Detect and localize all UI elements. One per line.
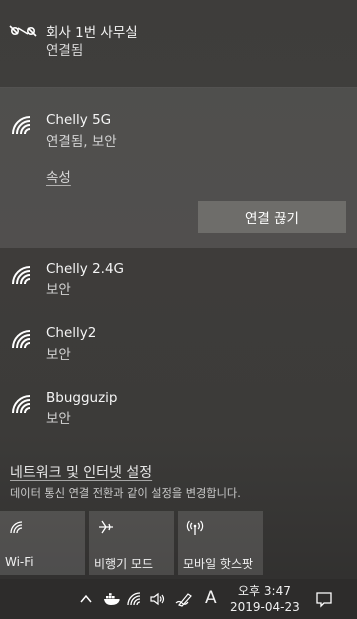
network-status: 보안 [46,282,71,298]
clock-date[interactable]: 2019-04-23 [230,600,300,614]
airplane-icon [99,520,113,534]
docker-whale-icon[interactable] [103,591,121,607]
pen-workspace-icon[interactable] [175,591,195,607]
tile-label: 모바일 핫스팟 [183,557,254,571]
network-status: 연결됨, 보안 [46,134,117,150]
network-name: Chelly 5G [46,112,112,128]
tile-label: 비행기 모드 [94,557,154,571]
wifi-signal-icon [12,395,31,414]
input-language-indicator[interactable]: A [205,588,217,608]
network-settings-link[interactable]: 네트워크 및 인터넷 설정 [10,462,152,482]
network-name: Bbugguzip [46,390,118,406]
vpn-status: 연결됨 [46,43,84,59]
vpn-icon [9,25,37,37]
network-status: 보안 [46,347,71,363]
volume-icon[interactable] [149,591,167,607]
wifi-signal-icon [12,266,31,285]
disconnect-button[interactable]: 연결 끊기 [198,201,346,233]
airplane-mode-tile[interactable]: 비행기 모드 [89,511,174,575]
wifi-tray-icon[interactable] [126,591,144,607]
network-name: Chelly2 [46,325,97,341]
action-center-notification-icon[interactable] [315,590,333,608]
clock-time[interactable]: 오후 3:47 [238,582,291,599]
vpn-name: 회사 1번 사무실 [46,25,138,41]
wifi-signal-icon [12,116,31,135]
wifi-signal-icon [12,330,31,349]
mobile-hotspot-tile[interactable]: 모바일 핫스팟 [178,511,263,575]
show-hidden-icons-chevron-up-icon[interactable] [79,591,93,607]
tile-label: Wi-Fi [5,555,34,569]
network-name: Chelly 2.4G [46,261,125,277]
wifi-toggle-tile[interactable]: Wi-Fi [0,511,85,575]
network-status: 보안 [46,411,71,427]
network-settings-description: 데이터 통신 연결 전환과 같이 설정을 변경합니다. [10,487,241,500]
properties-link[interactable]: 속성 [46,166,71,186]
wifi-icon [10,521,23,534]
hotspot-icon [186,520,204,535]
